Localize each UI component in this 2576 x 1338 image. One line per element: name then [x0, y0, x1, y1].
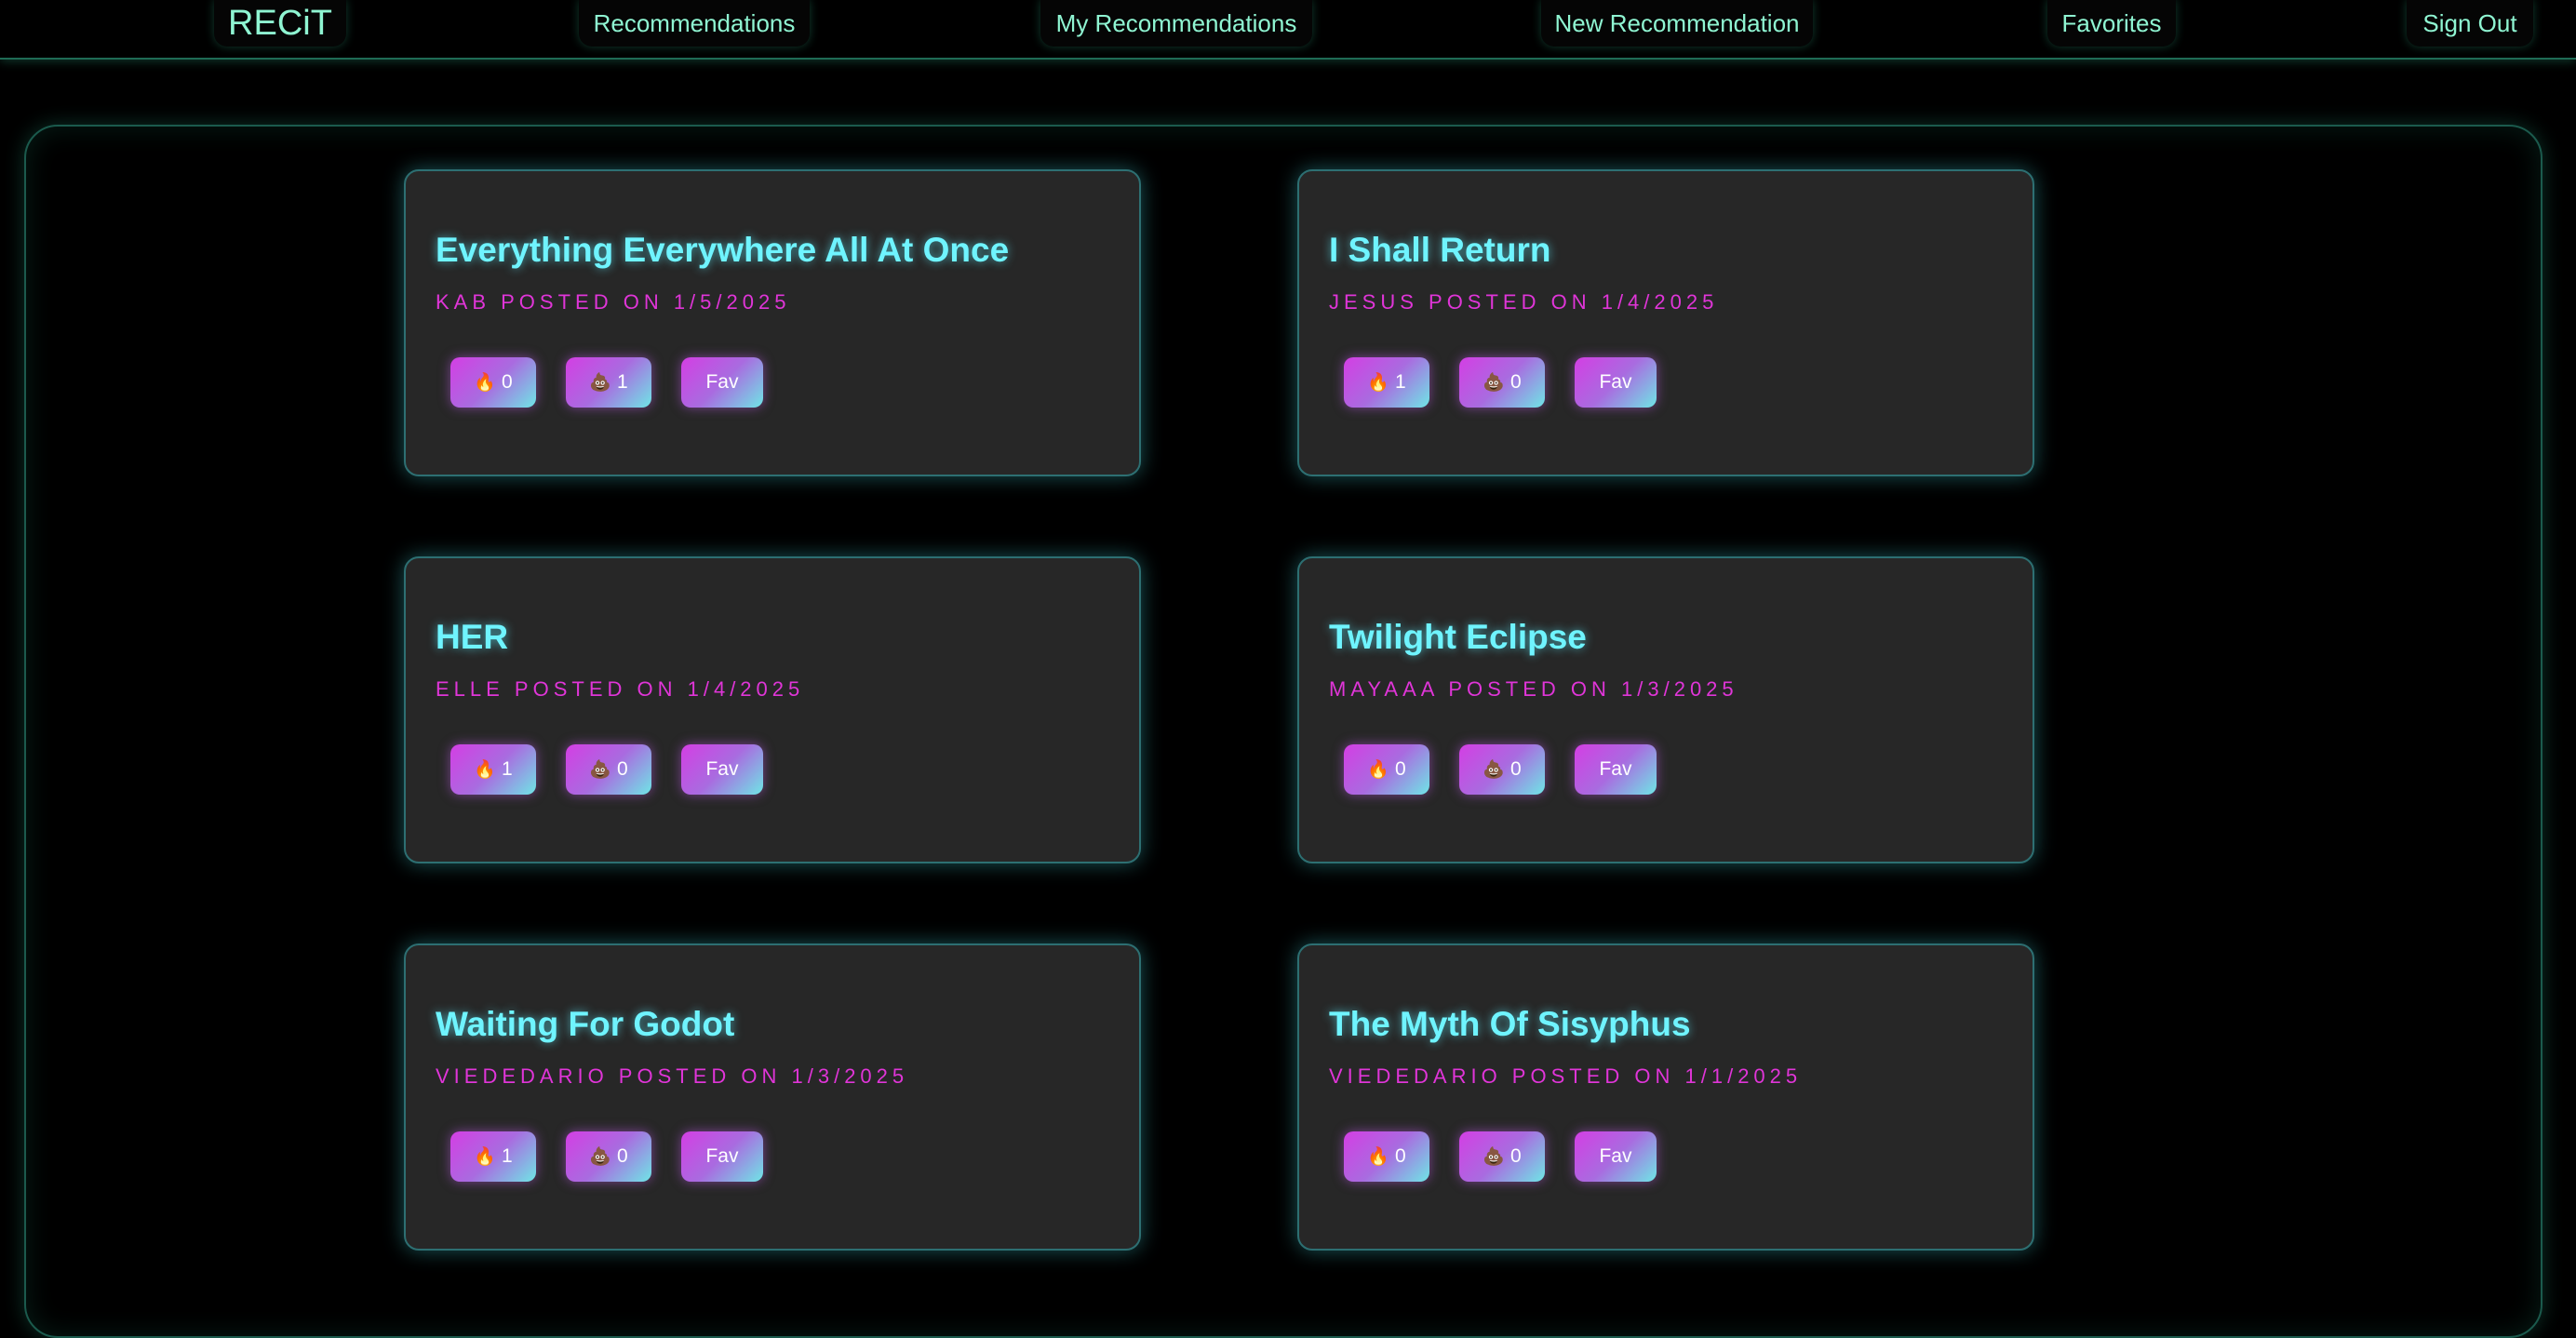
- fire-icon: 🔥: [1367, 1147, 1389, 1167]
- poop-count: 0: [1509, 1145, 1522, 1167]
- fire-button[interactable]: 🔥 1: [1344, 357, 1429, 408]
- card-meta: VIEDEDARIO POSTED ON 1/3/2025: [436, 1064, 909, 1088]
- card-meta: JESUS POSTED ON 1/4/2025: [1329, 290, 1719, 314]
- recommendation-card: I Shall Return JESUS POSTED ON 1/4/2025 …: [1297, 169, 2034, 476]
- poop-icon: 💩: [1483, 1147, 1505, 1167]
- card-actions: 🔥 1 💩 0 Fav: [450, 744, 763, 795]
- fire-icon: 🔥: [474, 760, 496, 780]
- recommendation-card: Everything Everywhere All At Once KAB PO…: [404, 169, 1141, 476]
- poop-icon: 💩: [1483, 373, 1505, 393]
- fire-icon: 🔥: [1367, 760, 1389, 780]
- fire-count: 0: [1394, 758, 1406, 780]
- navbar: RECiT Recommendations My Recommendations…: [0, 0, 2576, 60]
- fire-count: 1: [501, 1145, 513, 1167]
- recommendations-panel: Everything Everywhere All At Once KAB PO…: [24, 125, 2542, 1338]
- fire-icon: 🔥: [1367, 373, 1389, 393]
- card-title: The Myth Of Sisyphus: [1329, 1005, 1691, 1043]
- poop-button[interactable]: 💩 1: [566, 357, 651, 408]
- poop-count: 1: [616, 371, 628, 393]
- poop-button[interactable]: 💩 0: [566, 744, 651, 795]
- card-meta: KAB POSTED ON 1/5/2025: [436, 290, 791, 314]
- recommendation-card: The Myth Of Sisyphus VIEDEDARIO POSTED O…: [1297, 943, 2034, 1251]
- fire-button[interactable]: 🔥 0: [1344, 1131, 1429, 1182]
- card-actions: 🔥 0 💩 1 Fav: [450, 357, 763, 408]
- logo[interactable]: RECiT: [214, 0, 346, 47]
- fav-button[interactable]: Fav: [681, 744, 763, 795]
- recommendation-card: HER ELLE POSTED ON 1/4/2025 🔥 1 💩 0 Fav: [404, 556, 1141, 863]
- card-meta: ELLE POSTED ON 1/4/2025: [436, 677, 805, 701]
- poop-count: 0: [1509, 371, 1522, 393]
- card-title: HER: [436, 618, 509, 656]
- nav-sign-out[interactable]: Sign Out: [2407, 0, 2533, 47]
- fav-button[interactable]: Fav: [1575, 1131, 1657, 1182]
- recommendation-card: Twilight Eclipse MAYAAA POSTED ON 1/3/20…: [1297, 556, 2034, 863]
- card-actions: 🔥 0 💩 0 Fav: [1344, 1131, 1657, 1182]
- fav-button[interactable]: Fav: [681, 1131, 763, 1182]
- card-title: Twilight Eclipse: [1329, 618, 1587, 656]
- nav-new-recommendation[interactable]: New Recommendation: [1541, 0, 1813, 47]
- card-title: Waiting For Godot: [436, 1005, 735, 1043]
- fire-count: 1: [1394, 371, 1406, 393]
- card-actions: 🔥 0 💩 0 Fav: [1344, 744, 1657, 795]
- card-meta: VIEDEDARIO POSTED ON 1/1/2025: [1329, 1064, 1803, 1088]
- poop-icon: 💩: [589, 1147, 611, 1167]
- card-actions: 🔥 1 💩 0 Fav: [1344, 357, 1657, 408]
- fav-button[interactable]: Fav: [1575, 744, 1657, 795]
- card-actions: 🔥 1 💩 0 Fav: [450, 1131, 763, 1182]
- poop-button[interactable]: 💩 0: [1459, 357, 1545, 408]
- poop-count: 0: [616, 1145, 628, 1167]
- poop-count: 0: [1509, 758, 1522, 780]
- card-title: Everything Everywhere All At Once: [436, 231, 1010, 269]
- fire-count: 1: [501, 758, 513, 780]
- fire-count: 0: [1394, 1145, 1406, 1167]
- recommendation-card: Waiting For Godot VIEDEDARIO POSTED ON 1…: [404, 943, 1141, 1251]
- fire-button[interactable]: 🔥 1: [450, 744, 536, 795]
- card-title: I Shall Return: [1329, 231, 1551, 269]
- poop-button[interactable]: 💩 0: [1459, 744, 1545, 795]
- nav-recommendations[interactable]: Recommendations: [579, 0, 810, 47]
- poop-count: 0: [616, 758, 628, 780]
- poop-icon: 💩: [589, 760, 611, 780]
- fire-icon: 🔥: [474, 373, 496, 393]
- nav-favorites[interactable]: Favorites: [2047, 0, 2176, 47]
- poop-button[interactable]: 💩 0: [1459, 1131, 1545, 1182]
- poop-icon: 💩: [589, 373, 611, 393]
- fire-button[interactable]: 🔥 0: [450, 357, 536, 408]
- card-meta: MAYAAA POSTED ON 1/3/2025: [1329, 677, 1738, 701]
- fire-count: 0: [501, 371, 513, 393]
- fire-icon: 🔥: [474, 1147, 496, 1167]
- fav-button[interactable]: Fav: [1575, 357, 1657, 408]
- poop-icon: 💩: [1483, 760, 1505, 780]
- poop-button[interactable]: 💩 0: [566, 1131, 651, 1182]
- fav-button[interactable]: Fav: [681, 357, 763, 408]
- fire-button[interactable]: 🔥 0: [1344, 744, 1429, 795]
- fire-button[interactable]: 🔥 1: [450, 1131, 536, 1182]
- nav-my-recommendations[interactable]: My Recommendations: [1040, 0, 1312, 47]
